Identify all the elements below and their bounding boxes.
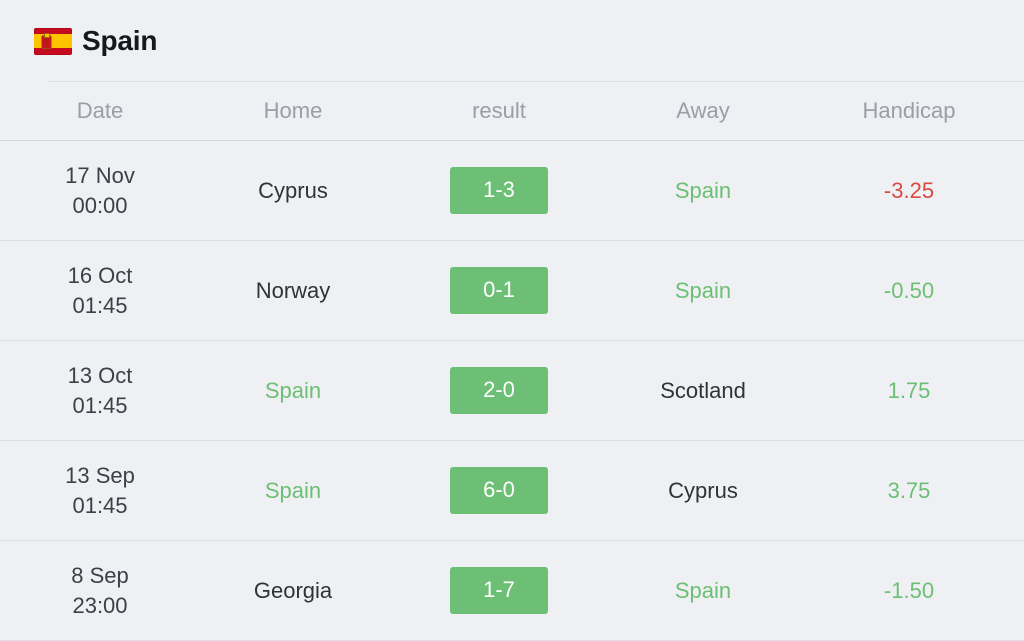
cell-home-team: Norway: [200, 240, 386, 341]
cell-home-team: Cyprus: [200, 140, 386, 241]
away-team-name: Spain: [674, 177, 732, 203]
table-row[interactable]: 8 Sep 23:00 Georgia 1-7 Spain -1.50: [0, 540, 1024, 641]
handicap-value: -3.25: [883, 177, 935, 203]
table-body: 17 Nov 00:00 Cyprus 1-3 Spain -3.25 16 O…: [0, 140, 1024, 641]
away-team-name: Cyprus: [668, 477, 738, 503]
away-team-name: Spain: [674, 577, 732, 603]
match-date-time: 01:45: [72, 292, 128, 318]
match-date-time: 01:45: [72, 492, 128, 518]
cell-date: 17 Nov 00:00: [0, 140, 200, 241]
home-team-name: Georgia: [253, 577, 333, 603]
cell-home-team: Georgia: [200, 540, 386, 641]
column-header-home[interactable]: Home: [200, 82, 386, 141]
score-badge[interactable]: 6-0: [450, 467, 548, 514]
table-row[interactable]: 13 Sep 01:45 Spain 6-0 Cyprus 3.75: [0, 440, 1024, 541]
home-team-name: Spain: [264, 477, 322, 503]
cell-date: 16 Oct 01:45: [0, 240, 200, 341]
score-badge[interactable]: 1-7: [450, 567, 548, 614]
cell-result: 0-1: [386, 240, 612, 341]
column-header-result[interactable]: result: [386, 82, 612, 141]
match-date-time: 01:45: [72, 392, 128, 418]
cell-away-team: Spain: [612, 240, 794, 341]
cell-away-team: Cyprus: [612, 440, 794, 541]
cell-result: 1-3: [386, 140, 612, 241]
match-date-day: 17 Nov: [65, 163, 135, 189]
table-header-row: Date Home result Away Handicap: [0, 82, 1024, 141]
score-badge[interactable]: 2-0: [450, 367, 548, 414]
handicap-value: -0.50: [883, 277, 935, 303]
cell-away-team: Spain: [612, 140, 794, 241]
cell-result: 2-0: [386, 340, 612, 441]
match-date-day: 13 Oct: [67, 363, 133, 389]
cell-away-team: Spain: [612, 540, 794, 641]
cell-handicap: -3.25: [794, 140, 1024, 241]
cell-date: 13 Oct 01:45: [0, 340, 200, 441]
column-header-handicap[interactable]: Handicap: [794, 82, 1024, 141]
cell-handicap: 1.75: [794, 340, 1024, 441]
table-row[interactable]: 16 Oct 01:45 Norway 0-1 Spain -0.50: [0, 240, 1024, 341]
away-team-name: Spain: [674, 277, 732, 303]
spain-flag-icon: [34, 27, 72, 55]
match-date-time: 00:00: [72, 192, 128, 218]
score-badge[interactable]: 0-1: [450, 267, 548, 314]
column-header-away[interactable]: Away: [612, 82, 794, 141]
page-title: Spain: [82, 25, 158, 56]
match-date-time: 23:00: [72, 592, 128, 618]
match-date-day: 13 Sep: [65, 463, 135, 489]
cell-result: 6-0: [386, 440, 612, 541]
cell-home-team: Spain: [200, 440, 386, 541]
cell-home-team: Spain: [200, 340, 386, 441]
match-date-day: 8 Sep: [71, 563, 129, 589]
away-team-name: Scotland: [660, 377, 746, 403]
home-team-name: Spain: [264, 377, 322, 403]
cell-handicap: -0.50: [794, 240, 1024, 341]
match-date-day: 16 Oct: [67, 263, 133, 289]
cell-date: 13 Sep 01:45: [0, 440, 200, 541]
cell-handicap: -1.50: [794, 540, 1024, 641]
cell-away-team: Scotland: [612, 340, 794, 441]
table-row[interactable]: 17 Nov 00:00 Cyprus 1-3 Spain -3.25: [0, 140, 1024, 241]
handicap-value: -1.50: [883, 577, 935, 603]
match-history-table: Date Home result Away Handicap 17 Nov 00…: [0, 82, 1024, 641]
page-header: Spain: [0, 0, 1024, 82]
column-header-date[interactable]: Date: [0, 82, 200, 141]
handicap-value: 3.75: [887, 477, 931, 503]
handicap-value: 1.75: [887, 377, 931, 403]
score-badge[interactable]: 1-3: [450, 167, 548, 214]
home-team-name: Norway: [255, 277, 331, 303]
cell-date: 8 Sep 23:00: [0, 540, 200, 641]
cell-result: 1-7: [386, 540, 612, 641]
home-team-name: Cyprus: [258, 177, 328, 203]
cell-handicap: 3.75: [794, 440, 1024, 541]
table-row[interactable]: 13 Oct 01:45 Spain 2-0 Scotland 1.75: [0, 340, 1024, 441]
match-history-page: Spain Date Home result Away Handicap 17: [0, 0, 1024, 641]
